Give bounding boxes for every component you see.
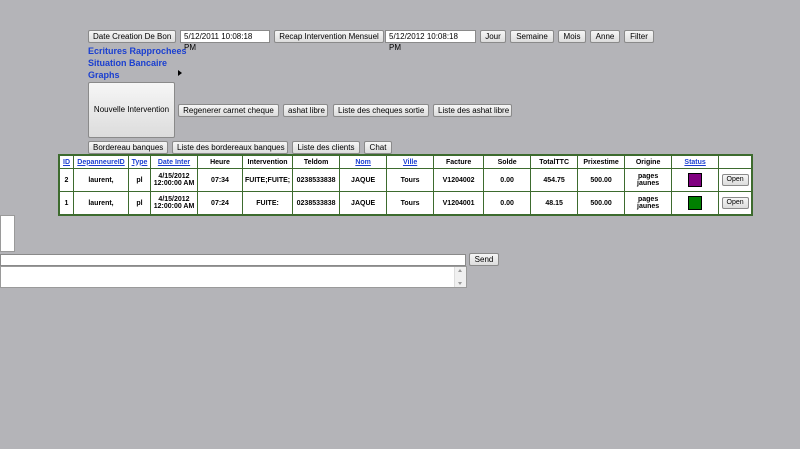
status-swatch: [688, 173, 703, 187]
cell-depanneur: laurent,: [73, 168, 129, 192]
header-origine: Origine: [624, 154, 673, 169]
chat-button[interactable]: Chat: [364, 141, 392, 154]
cell-facture: V1204001: [433, 191, 485, 216]
header-teldom: Teldom: [292, 154, 341, 169]
cell-prix: 500.00: [577, 191, 626, 216]
date-creation-button[interactable]: Date Creation De Bon: [88, 30, 176, 43]
table-row: 1 laurent, pl 4/15/2012 12:00:00 AM 07:2…: [58, 191, 753, 216]
cell-type: pl: [128, 168, 151, 192]
cell-date: 4/15/2012 12:00:00 AM: [150, 168, 198, 192]
cell-nom: JAQUE: [339, 191, 388, 216]
nouvelle-intervention-button[interactable]: Nouvelle Intervention: [88, 82, 175, 138]
submenu-arrow-icon: [178, 70, 182, 76]
cell-total: 454.75: [530, 168, 579, 192]
header-status[interactable]: Status: [671, 154, 720, 169]
cell-intervention: FUITE:: [241, 191, 294, 216]
cell-action: Open: [718, 168, 753, 192]
chat-scrollbar[interactable]: [454, 267, 466, 287]
cell-heure: 07:24: [197, 191, 243, 216]
scroll-down-icon[interactable]: [458, 282, 462, 285]
filter-button[interactable]: Filter: [624, 30, 654, 43]
date-to-field[interactable]: 5/12/2012 10:08:18 PM: [385, 30, 476, 52]
chat-messages-area[interactable]: [0, 266, 467, 288]
recap-intervention-button[interactable]: Recap Intervention Mensuel: [274, 30, 384, 43]
cell-action: Open: [718, 191, 753, 216]
cell-depanneur: laurent,: [73, 191, 129, 216]
cell-ville: Tours: [386, 191, 435, 216]
chat-log-panel: [0, 215, 15, 252]
header-facture: Facture: [433, 154, 485, 169]
header-date-inter[interactable]: Date Inter: [150, 154, 198, 169]
header-ville[interactable]: Ville: [386, 154, 435, 169]
cell-id: 1: [58, 191, 74, 216]
header-solde: Solde: [483, 154, 532, 169]
cell-facture: V1204002: [433, 168, 485, 192]
status-swatch: [688, 196, 703, 210]
table-header-row: ID DepanneureID Type Date Inter Heure In…: [58, 154, 753, 169]
cell-status: [671, 191, 720, 216]
cell-type: pl: [128, 191, 151, 216]
scroll-up-icon[interactable]: [458, 269, 462, 272]
liste-bordereaux-button[interactable]: Liste des bordereaux banques: [172, 141, 288, 154]
cell-status: [671, 168, 720, 192]
ecritures-rapprochees-link[interactable]: Ecritures Rapprochees: [88, 45, 187, 57]
regenerer-carnet-button[interactable]: Regenerer carnet cheque: [178, 104, 279, 117]
cell-heure: 07:34: [197, 168, 243, 192]
situation-bancaire-link[interactable]: Situation Bancaire: [88, 57, 167, 69]
interventions-table: ID DepanneureID Type Date Inter Heure In…: [58, 154, 754, 216]
cell-origine: pages jaunes: [624, 191, 673, 216]
cell-ville: Tours: [386, 168, 435, 192]
cell-total: 48.15: [530, 191, 579, 216]
header-heure: Heure: [197, 154, 243, 169]
mois-button[interactable]: Mois: [558, 30, 586, 43]
header-id[interactable]: ID: [58, 154, 74, 169]
cell-prix: 500.00: [577, 168, 626, 192]
open-button[interactable]: Open: [721, 197, 749, 209]
liste-clients-button[interactable]: Liste des clients: [292, 141, 360, 154]
ashat-libre-button[interactable]: ashat libre: [283, 104, 328, 117]
cell-solde: 0.00: [483, 191, 532, 216]
graphs-menu[interactable]: Graphs: [88, 69, 120, 81]
header-totalttc: TotalTTC: [530, 154, 579, 169]
cell-solde: 0.00: [483, 168, 532, 192]
header-intervention: Intervention: [241, 154, 294, 169]
header-prixestime: Prixestime: [577, 154, 626, 169]
cell-nom: JAQUE: [339, 168, 388, 192]
semaine-button[interactable]: Semaine: [510, 30, 554, 43]
liste-ashat-button[interactable]: Liste des ashat libre: [433, 104, 512, 117]
chat-message-input[interactable]: [0, 254, 466, 266]
bordereau-banques-button[interactable]: Bordereau banques: [88, 141, 168, 154]
header-nom[interactable]: Nom: [339, 154, 388, 169]
cell-origine: pages jaunes: [624, 168, 673, 192]
liste-cheques-button[interactable]: Liste des cheques sortie: [333, 104, 429, 117]
header-action: [718, 154, 753, 169]
cell-teldom: 0238533838: [292, 191, 341, 216]
anne-button[interactable]: Anne: [590, 30, 620, 43]
header-type[interactable]: Type: [128, 154, 151, 169]
table-row: 2 laurent, pl 4/15/2012 12:00:00 AM 07:3…: [58, 168, 753, 192]
cell-teldom: 0238533838: [292, 168, 341, 192]
cell-id: 2: [58, 168, 74, 192]
send-button[interactable]: Send: [469, 253, 499, 266]
jour-button[interactable]: Jour: [480, 30, 506, 43]
date-from-field[interactable]: 5/12/2011 10:08:18 PM: [180, 30, 270, 52]
cell-date: 4/15/2012 12:00:00 AM: [150, 191, 198, 216]
cell-intervention: FUITE;FUITE;: [241, 168, 294, 192]
header-depanneur[interactable]: DepanneureID: [73, 154, 129, 169]
open-button[interactable]: Open: [721, 174, 749, 186]
